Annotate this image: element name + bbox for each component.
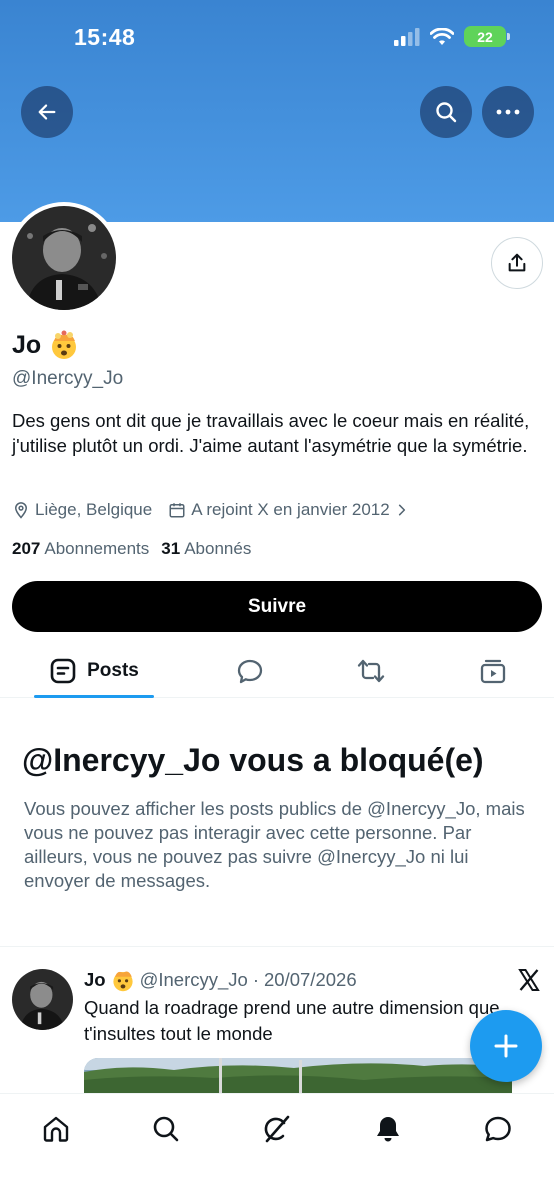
tab-posts[interactable]: Posts [34, 644, 154, 698]
display-name-text: Jo [12, 330, 42, 359]
tab-reposts[interactable] [351, 644, 391, 698]
following-link[interactable]: 207 Abonnements [12, 539, 149, 559]
status-icons: 22 [394, 26, 510, 47]
plus-icon [494, 1034, 518, 1058]
messages-icon [485, 1116, 511, 1142]
tab-posts-label: Posts [87, 660, 139, 681]
status-bar: 15:48 22 [0, 0, 554, 70]
blocked-title: @Inercyy_Jo vous a bloqué(e) [22, 742, 484, 778]
nav-messages[interactable] [481, 1112, 515, 1146]
share-icon [508, 253, 526, 272]
share-button[interactable] [491, 237, 543, 289]
location-item: Liège, Belgique [12, 500, 152, 520]
post-author-handle[interactable]: @Inercyy_Jo [140, 969, 248, 991]
tab-media[interactable] [473, 644, 513, 698]
following-label: Abonnements [44, 539, 150, 558]
search-icon [436, 102, 457, 123]
compose-button[interactable] [470, 1010, 542, 1082]
battery-level: 22 [477, 28, 493, 45]
post-avatar[interactable] [12, 969, 73, 1030]
bottom-nav [0, 1093, 554, 1200]
search-icon [153, 1116, 179, 1142]
chevron-right-icon [398, 504, 405, 516]
wifi-icon [430, 27, 454, 45]
profile-handle: @Inercyy_Jo [12, 368, 124, 389]
active-tab-indicator [34, 695, 154, 698]
followers-label: Abonnés [184, 539, 252, 558]
profile-tabs: Posts [0, 644, 554, 698]
exploding-head-emoji-icon [112, 971, 133, 992]
home-icon [43, 1116, 69, 1142]
search-button[interactable] [420, 86, 472, 138]
following-count: 207 [12, 539, 41, 558]
post-author-name[interactable]: Jo [84, 969, 106, 991]
posts-icon [50, 658, 76, 684]
nav-grok[interactable] [260, 1112, 294, 1146]
exploding-head-emoji-icon [52, 330, 77, 359]
follow-counts: 207 Abonnements 31 Abonnés [12, 539, 251, 559]
followers-count: 31 [161, 539, 181, 558]
divider [0, 946, 554, 947]
grok-icon [264, 1115, 290, 1143]
joined-item[interactable]: A rejoint X en janvier 2012 [168, 500, 408, 520]
calendar-icon [169, 503, 185, 518]
back-arrow-icon [38, 104, 56, 120]
profile-bio: Des gens ont dit que je travaillais avec… [12, 410, 530, 456]
post-header: Jo @Inercyy_Jo · 20/07/2026 [84, 968, 357, 992]
location-text: Liège, Belgique [35, 500, 153, 519]
nav-home[interactable] [39, 1112, 73, 1146]
avatar-image [12, 206, 116, 310]
post-text: Quand la roadrage prend une autre dimens… [84, 997, 500, 1044]
battery-indicator: 22 [464, 26, 510, 47]
post-date[interactable]: 20/07/2026 [264, 969, 357, 991]
post-media[interactable] [84, 1058, 512, 1094]
followers-link[interactable]: 31 Abonnés [161, 539, 251, 559]
more-button[interactable] [482, 86, 534, 138]
x-logo-icon [517, 968, 541, 997]
media-icon [480, 659, 506, 684]
nav-search[interactable] [149, 1112, 183, 1146]
tab-replies[interactable] [230, 644, 270, 698]
more-icon [496, 109, 520, 115]
back-button[interactable] [21, 86, 73, 138]
profile-avatar[interactable] [8, 202, 120, 314]
status-time: 15:48 [74, 24, 136, 50]
bell-icon [377, 1117, 399, 1142]
location-pin-icon [14, 502, 28, 519]
profile-meta: Liège, Belgique A rejoint X en janvier 2… [12, 500, 425, 520]
reply-bubble-icon [237, 659, 263, 684]
post-separator: · [252, 969, 260, 990]
follow-button[interactable]: Suivre [12, 581, 542, 632]
repost-icon [357, 659, 385, 683]
blocked-description: Vous pouvez afficher les posts publics d… [24, 798, 525, 891]
signal-icon [394, 27, 420, 46]
profile-display-name: Jo [12, 330, 79, 360]
nav-notifications[interactable] [371, 1112, 405, 1146]
joined-text: A rejoint X en janvier 2012 [191, 500, 390, 519]
